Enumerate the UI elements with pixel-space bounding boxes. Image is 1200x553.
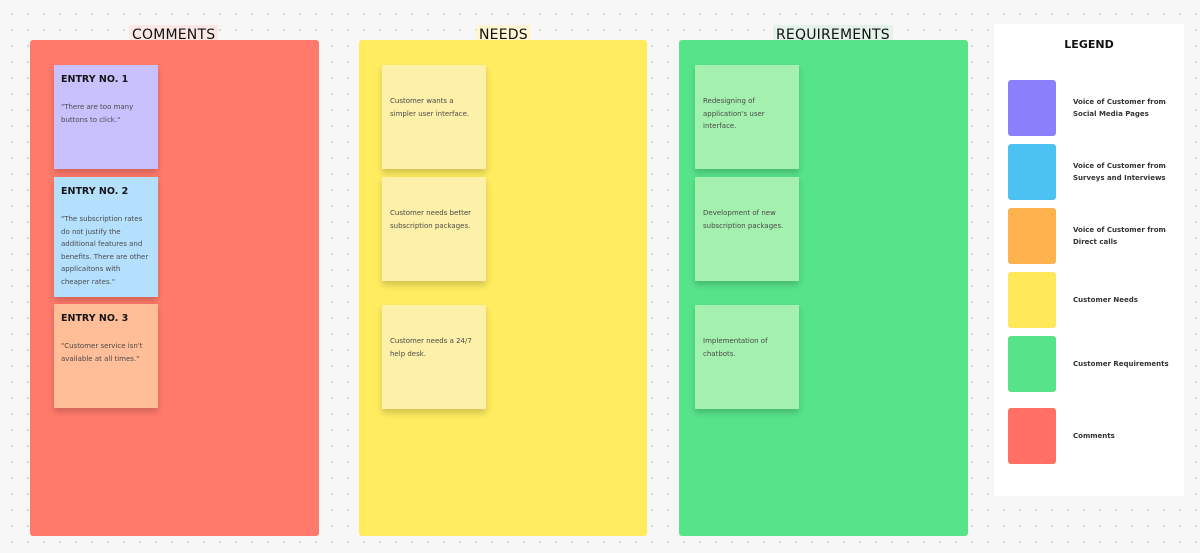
sticky-note-title: ENTRY NO. 3 — [61, 313, 129, 324]
legend-label: Customer Needs — [1073, 296, 1138, 304]
sticky-note-title: ENTRY NO. 2 — [61, 186, 129, 197]
legend-panel: LEGEND Voice of Customer from Social Med… — [994, 24, 1184, 496]
sticky-note-text: "Customer service isn't available at all… — [61, 342, 143, 363]
legend-label: Voice of Customer from Social Media Page… — [1073, 98, 1166, 118]
sticky-note-need-1[interactable]: Customer wants a simpler user interface. — [382, 65, 486, 169]
sticky-note-requirement-3[interactable]: Implementation of chatbots. — [695, 305, 799, 409]
sticky-note-text: "The subscription rates do not justify t… — [61, 215, 149, 286]
legend-label: Comments — [1073, 432, 1115, 440]
sticky-note-text: Customer needs a 24/7 help desk. — [390, 337, 472, 358]
legend-label: Voice of Customer from Direct calls — [1073, 226, 1166, 246]
legend-swatch — [1008, 80, 1056, 136]
legend-title: LEGEND — [1064, 38, 1114, 51]
legend-swatch — [1008, 208, 1056, 264]
legend-label: Voice of Customer from Surveys and Inter… — [1073, 162, 1166, 182]
legend-item-comments: Comments — [1008, 408, 1178, 464]
sticky-note-text: Customer needs better subscription packa… — [390, 209, 472, 230]
sticky-note-title: ENTRY NO. 1 — [61, 74, 129, 85]
legend-item-social-media: Voice of Customer from Social Media Page… — [1008, 80, 1178, 136]
legend-swatch — [1008, 144, 1056, 200]
sticky-note-requirement-1[interactable]: Redesigning of application's user interf… — [695, 65, 799, 169]
sticky-note-need-2[interactable]: Customer needs better subscription packa… — [382, 177, 486, 281]
legend-item-direct-calls: Voice of Customer from Direct calls — [1008, 208, 1178, 264]
sticky-note-entry-2[interactable]: ENTRY NO. 2 "The subscription rates do n… — [54, 177, 158, 297]
sticky-note-text: Customer wants a simpler user interface. — [390, 97, 470, 118]
sticky-note-need-3[interactable]: Customer needs a 24/7 help desk. — [382, 305, 486, 409]
legend-item-surveys: Voice of Customer from Surveys and Inter… — [1008, 144, 1178, 200]
legend-label: Customer Requirements — [1073, 360, 1169, 368]
legend-item-customer-needs: Customer Needs — [1008, 272, 1178, 328]
legend-swatch — [1008, 272, 1056, 328]
sticky-note-requirement-2[interactable]: Development of new subscription packages… — [695, 177, 799, 281]
sticky-note-entry-1[interactable]: ENTRY NO. 1 "There are too many buttons … — [54, 65, 158, 169]
legend-swatch — [1008, 336, 1056, 392]
sticky-note-text: "There are too many buttons to click." — [61, 103, 134, 124]
sticky-note-entry-3[interactable]: ENTRY NO. 3 "Customer service isn't avai… — [54, 304, 158, 408]
sticky-note-text: Development of new subscription packages… — [703, 209, 784, 230]
legend-item-customer-requirements: Customer Requirements — [1008, 336, 1178, 392]
legend-swatch — [1008, 408, 1056, 464]
sticky-note-text: Implementation of chatbots. — [703, 337, 768, 358]
sticky-note-text: Redesigning of application's user interf… — [703, 97, 765, 130]
